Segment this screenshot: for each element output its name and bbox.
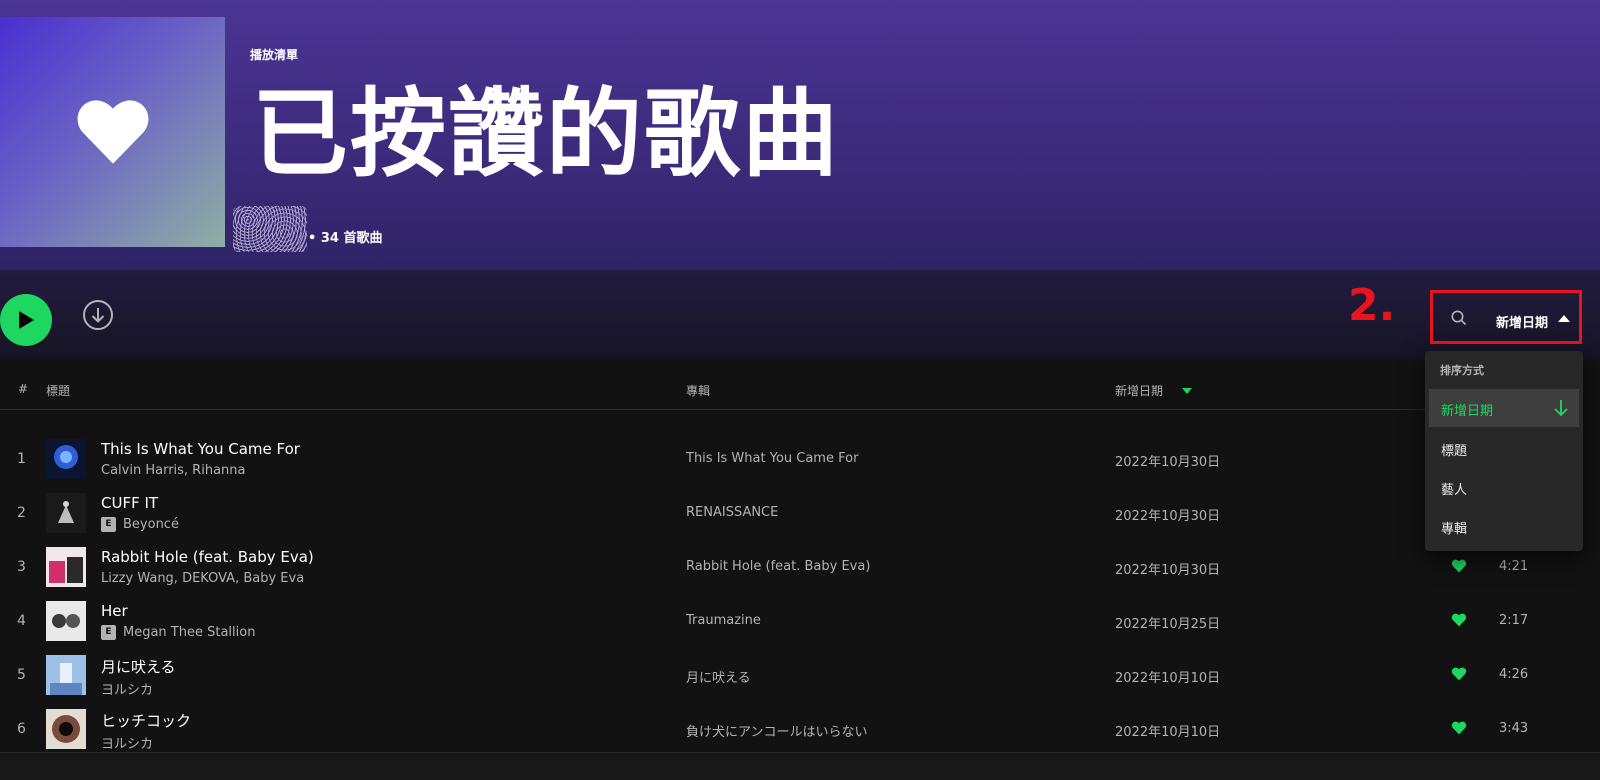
track-artist[interactable]: ヨルシカ <box>101 679 153 698</box>
track-album[interactable]: 負け犬にアンコールはいらない <box>686 721 867 740</box>
sort-option-label: 專輯 <box>1441 522 1468 537</box>
album-thumbnail <box>46 655 86 695</box>
track-date-added: 2022年10月10日 <box>1115 725 1221 740</box>
album-thumbnail <box>46 601 86 641</box>
liked-heart-icon[interactable] <box>1451 613 1467 627</box>
download-arrow-icon <box>91 308 105 323</box>
heart-icon <box>77 100 148 164</box>
track-number: 2 <box>17 505 26 521</box>
table-header: # 標題 專輯 新增日期 <box>0 376 1425 410</box>
track-album[interactable]: 月に吠える <box>686 667 751 686</box>
song-count: • 34 首歌曲 <box>308 231 383 246</box>
track-title[interactable]: Her <box>101 602 128 620</box>
track-artist[interactable]: ヨルシカ <box>101 733 153 752</box>
table-row[interactable]: 5 月に吠える ヨルシカ 月に吠える 2022年10月10日 4:26 <box>0 648 1600 702</box>
track-album[interactable]: Rabbit Hole (feat. Baby Eva) <box>686 559 870 574</box>
column-title[interactable]: 標題 <box>46 382 70 399</box>
track-album[interactable]: This Is What You Came For <box>686 451 858 466</box>
column-date-added[interactable]: 新增日期 <box>1115 382 1163 399</box>
table-row[interactable]: 6 ヒッチコック ヨルシカ 負け犬にアンコールはいらない 2022年10月10日… <box>0 702 1600 756</box>
track-duration: 4:26 <box>1499 667 1529 682</box>
table-row[interactable]: 1 This Is What You Came For Calvin Harri… <box>0 432 1600 486</box>
arrow-down-icon <box>1554 400 1568 417</box>
play-icon <box>19 311 34 329</box>
track-date-added: 2022年10月30日 <box>1115 509 1221 524</box>
album-thumbnail <box>46 709 86 749</box>
download-button[interactable] <box>83 300 113 330</box>
table-row[interactable]: 4 Her E Megan Thee Stallion Traumazine 20… <box>0 594 1600 648</box>
track-artist[interactable]: Beyoncé <box>123 517 179 532</box>
track-title[interactable]: Rabbit Hole (feat. Baby Eva) <box>101 548 314 566</box>
page-title: 已按讚的歌曲 <box>252 78 840 190</box>
sort-option-artist[interactable]: 藝人 <box>1429 468 1579 506</box>
sort-descending-icon <box>1182 388 1192 394</box>
album-thumbnail <box>46 439 86 479</box>
sort-option-title[interactable]: 標題 <box>1429 429 1579 467</box>
track-artist[interactable]: Lizzy Wang, DEKOVA, Baby Eva <box>101 571 304 586</box>
annotation-step-label: 2. <box>1348 280 1396 331</box>
play-button[interactable] <box>0 294 52 346</box>
track-title[interactable]: 月に吠える <box>101 656 176 677</box>
column-index: # <box>18 382 29 396</box>
track-album[interactable]: Traumazine <box>686 613 761 628</box>
track-number: 3 <box>17 559 26 575</box>
track-artist[interactable]: Calvin Harris, Rihanna <box>101 463 245 478</box>
sort-option-label: 標題 <box>1441 444 1468 459</box>
track-artist[interactable]: Megan Thee Stallion <box>123 625 255 640</box>
owner-avatar[interactable] <box>233 206 307 252</box>
track-number: 6 <box>17 721 26 737</box>
caret-up-icon[interactable] <box>1558 315 1570 322</box>
track-title[interactable]: This Is What You Came For <box>101 440 300 458</box>
table-row[interactable]: 2 CUFF IT E Beyoncé RENAISSANCE 2022年10月3… <box>0 486 1600 540</box>
sort-dropdown-button[interactable]: 新增日期 <box>1496 312 1548 331</box>
explicit-badge: E <box>101 517 116 532</box>
track-number: 5 <box>17 667 26 683</box>
search-icon[interactable] <box>1451 310 1467 326</box>
track-title[interactable]: CUFF IT <box>101 494 158 512</box>
track-album[interactable]: RENAISSANCE <box>686 505 778 520</box>
playlist-kind-label: 播放清單 <box>250 48 299 62</box>
liked-heart-icon[interactable] <box>1451 667 1467 681</box>
album-thumbnail <box>46 493 86 533</box>
track-duration: 3:43 <box>1499 721 1529 736</box>
track-number: 1 <box>17 451 26 467</box>
explicit-badge: E <box>101 625 116 640</box>
track-date-added: 2022年10月10日 <box>1115 671 1221 686</box>
sort-option-label: 藝人 <box>1441 483 1468 498</box>
sort-menu: 排序方式 新增日期 標題 藝人 專輯 <box>1425 351 1583 551</box>
album-thumbnail <box>46 547 86 587</box>
liked-heart-icon[interactable] <box>1451 721 1467 735</box>
track-date-added: 2022年10月30日 <box>1115 455 1221 470</box>
track-date-added: 2022年10月25日 <box>1115 617 1221 632</box>
track-number: 4 <box>17 613 26 629</box>
playlist-cover <box>0 17 225 247</box>
sort-option-album[interactable]: 專輯 <box>1429 507 1579 545</box>
track-title[interactable]: ヒッチコック <box>101 710 191 731</box>
sort-option-label: 新增日期 <box>1441 404 1494 419</box>
track-date-added: 2022年10月30日 <box>1115 563 1221 578</box>
now-playing-bar-edge <box>0 752 1600 780</box>
sort-menu-title: 排序方式 <box>1440 364 1484 377</box>
liked-heart-icon[interactable] <box>1451 559 1467 573</box>
table-row[interactable]: 3 Rabbit Hole (feat. Baby Eva) Lizzy Wan… <box>0 540 1600 594</box>
column-album[interactable]: 專輯 <box>686 382 710 399</box>
track-duration: 2:17 <box>1499 613 1529 628</box>
track-duration: 4:21 <box>1499 559 1529 574</box>
sort-option-date-added[interactable]: 新增日期 <box>1429 389 1579 427</box>
